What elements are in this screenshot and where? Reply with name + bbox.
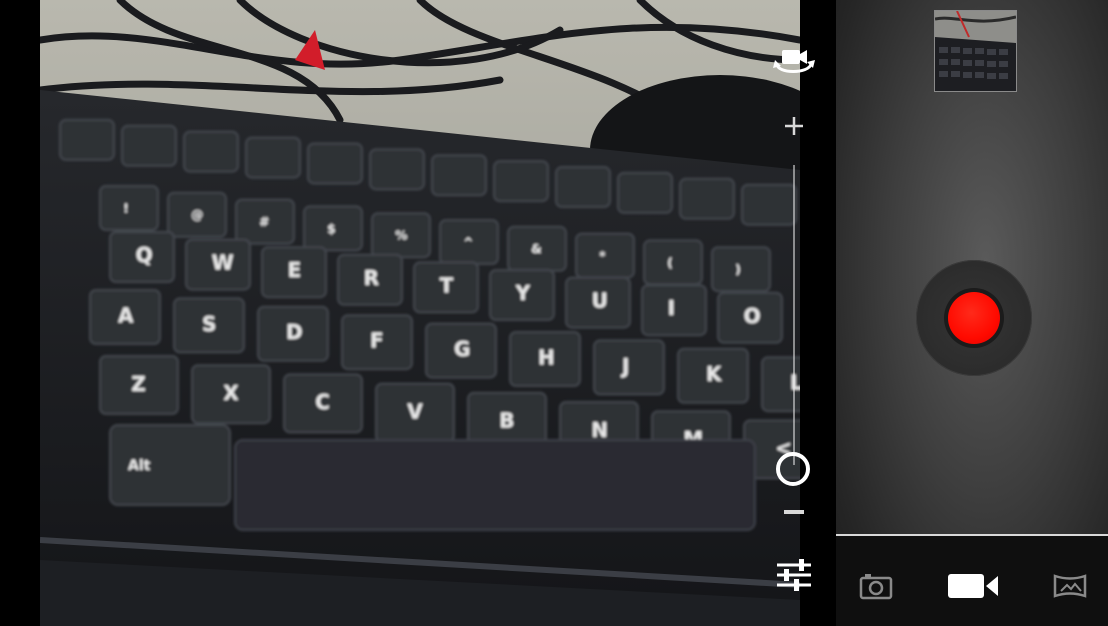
keyboard-key-label: U (592, 289, 608, 313)
keyboard-key (307, 142, 363, 185)
camera-control-panel (836, 0, 1108, 626)
keyboard-key (121, 124, 177, 167)
keyboard-key (493, 160, 549, 203)
keyboard-key-label: W (212, 251, 234, 275)
switch-camera-icon[interactable] (770, 44, 818, 80)
keyboard-key-label: O (744, 304, 761, 328)
keyboard-key (59, 118, 115, 161)
keyboard-key-label: L (790, 371, 800, 395)
keyboard-key-label: S (202, 312, 216, 336)
keyboard-key-label: * (599, 249, 606, 263)
keyboard-key-label: % (395, 229, 407, 243)
keyboard-key (617, 171, 673, 214)
keyboard-key-label: E (288, 258, 302, 282)
keyboard-key-label: # (259, 215, 269, 229)
keyboard-key-label: J (620, 354, 629, 378)
keyboard-key (99, 185, 159, 231)
keyboard-key-label: T (440, 273, 454, 297)
right-black-bar (800, 0, 836, 626)
last-capture-thumbnail[interactable] (934, 10, 1017, 92)
plus-icon[interactable] (782, 114, 806, 138)
sliders-icon[interactable] (774, 555, 814, 595)
keyboard-key-label: @ (191, 208, 203, 222)
keyboard-key (711, 246, 771, 293)
keyboard-key-label: ^ (463, 235, 473, 249)
keyboard-key-label: C (315, 390, 330, 414)
keyboard-key (369, 148, 425, 191)
keyboard-key-label: B (499, 409, 514, 433)
camera-viewfinder[interactable]: !@#$%^&*()QWERTYUIOASDFGHJKLZXCVBNM<Alt (40, 0, 800, 626)
keyboard-key-label: K (706, 362, 723, 386)
keyboard-key-label: Alt (128, 458, 151, 474)
zoom-slider-handle[interactable] (776, 452, 810, 486)
keyboard-key (245, 136, 301, 179)
keyboard-key-label: N (591, 418, 608, 442)
keyboard-key (741, 183, 797, 226)
keyboard-key-label: H (538, 345, 555, 369)
camera-icon[interactable] (856, 566, 896, 606)
video-camera-icon[interactable] (944, 566, 1004, 606)
keyboard-key (679, 177, 735, 220)
keyboard-key-label: ! (123, 201, 128, 215)
minus-icon[interactable] (782, 502, 806, 522)
record-button[interactable] (948, 292, 1000, 344)
keyboard-key-label: Y (515, 281, 531, 305)
keyboard-key (643, 239, 703, 286)
left-black-bar (0, 0, 40, 626)
keyboard-spacebar (234, 439, 756, 531)
keyboard-key-label: D (286, 320, 303, 344)
panorama-icon[interactable] (1050, 566, 1090, 606)
keyboard-key-label: G (454, 337, 470, 361)
keyboard-key-label: & (531, 242, 541, 256)
zoom-slider-track[interactable] (793, 165, 795, 465)
keyboard-key-label: F (370, 329, 384, 353)
keyboard-key (183, 130, 239, 173)
keyboard-key-label: I (668, 296, 675, 320)
keyboard-key-label: X (223, 381, 239, 405)
keyboard-key (431, 154, 487, 197)
keyboard-key-label: ) (735, 263, 740, 277)
camera-app: !@#$%^&*()QWERTYUIOASDFGHJKLZXCVBNM<Alt (0, 0, 1108, 626)
viewfinder-scene: !@#$%^&*()QWERTYUIOASDFGHJKLZXCVBNM<Alt (40, 0, 800, 626)
keyboard-key-label: R (364, 266, 379, 290)
keyboard-key (555, 166, 611, 209)
keyboard-key-label: V (407, 399, 423, 423)
keyboard-key-label: $ (327, 222, 335, 236)
keyboard-key-label: Q (136, 243, 153, 267)
keyboard-key-label: ( (667, 256, 672, 270)
keyboard-key-label: Z (131, 372, 146, 396)
keyboard-key-label: A (118, 303, 134, 327)
